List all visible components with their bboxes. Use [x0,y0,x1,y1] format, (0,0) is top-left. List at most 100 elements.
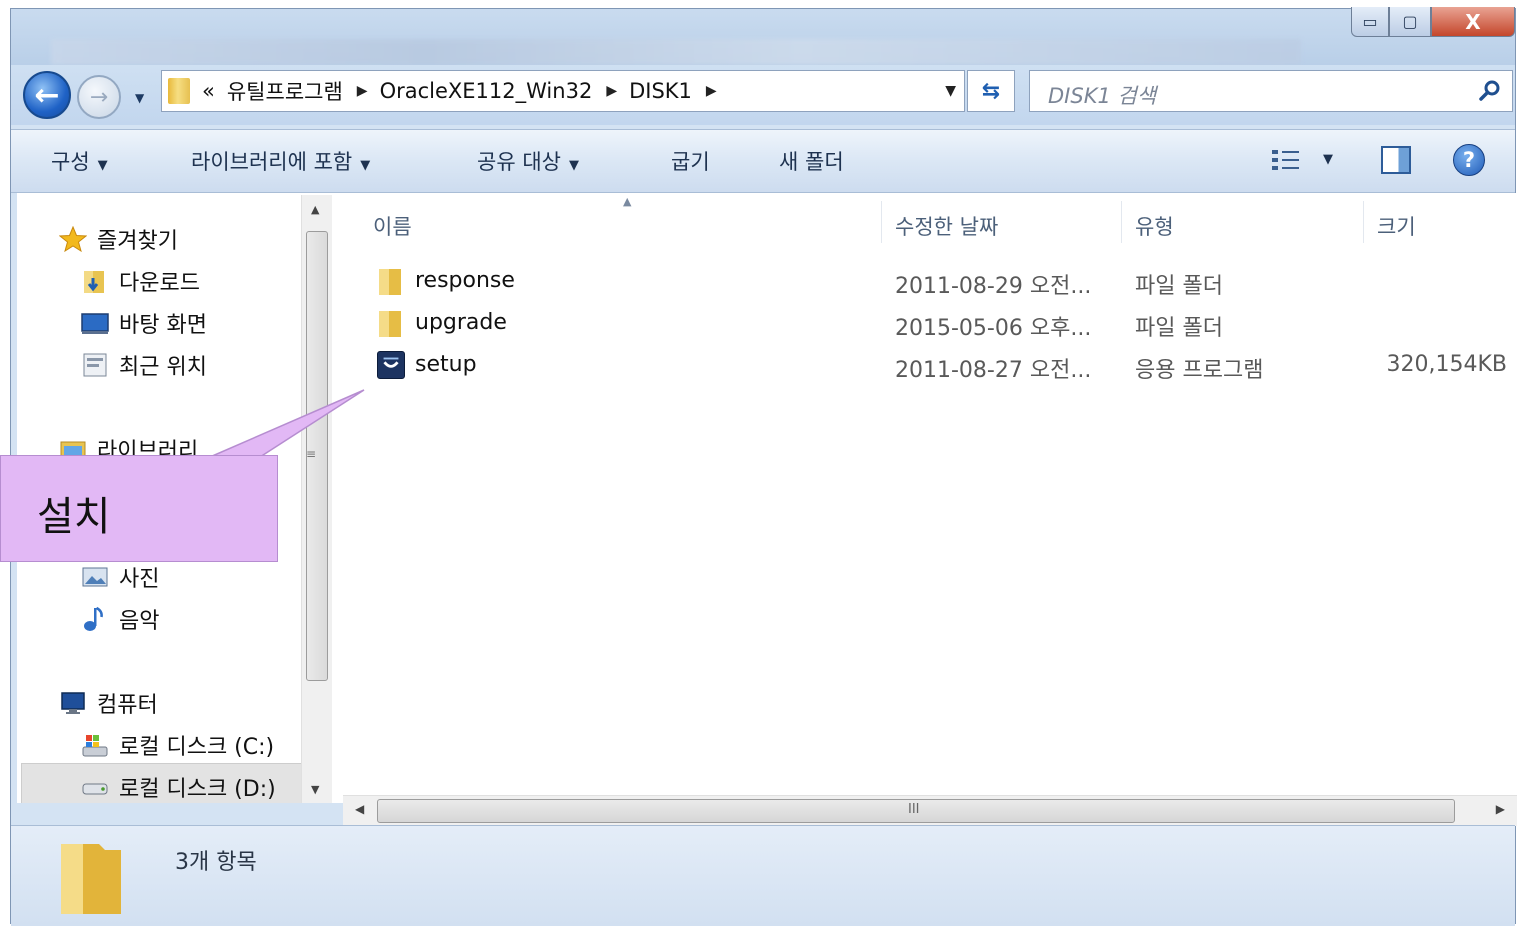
breadcrumb-label: 유틸프로그램 [226,80,343,104]
computer-icon [61,692,85,714]
folder-icon [168,78,190,104]
scroll-left-icon[interactable]: ◀ [355,802,364,816]
sidebar-label: 최근 위치 [119,355,207,380]
file-size: 320,154KB [1386,352,1508,377]
sidebar-label: 로컬 디스크 (C:) [119,735,275,760]
back-button[interactable]: ← [23,71,71,119]
refresh-icon: ⇆ [981,78,1001,104]
scroll-grip-icon: ≡ [306,447,317,461]
column-divider[interactable] [1121,201,1122,243]
sidebar-label: 컴퓨터 [97,693,158,718]
file-type: 파일 폴더 [1135,274,1223,299]
column-divider[interactable] [881,201,882,243]
include-library-button[interactable]: 라이브러리에 포함 ▼ [191,146,370,176]
sidebar-item-drive-c[interactable]: 로컬 디스크 (C:) [81,729,274,761]
sidebar-item-desktop[interactable]: 바탕 화면 [81,307,207,339]
folder-icon [61,844,121,914]
scroll-right-icon[interactable]: ▶ [1496,802,1505,816]
sidebar-item-recent[interactable]: 최근 위치 [81,349,207,381]
file-name: setup [415,352,477,377]
column-header-size[interactable]: 크기 [1377,211,1416,241]
include-library-label: 라이브러리에 포함 [191,150,353,174]
search-input[interactable]: DISK1 검색 [1029,70,1513,112]
file-list: ▲ 이름 수정한 날짜 유형 크기 response 2011-08-29 오전… [333,193,1517,803]
column-divider[interactable] [1363,201,1364,243]
chevron-right-icon[interactable]: ▶ [357,83,368,99]
star-icon [59,226,87,252]
file-row-response[interactable]: response 2011-08-29 오전... 파일 폴더 [333,261,1517,303]
breadcrumb-item[interactable]: DISK1 ▶ [629,79,717,103]
title-bar[interactable]: ▭ ▢ X [11,7,1515,65]
scroll-grip-icon: III [908,802,920,817]
minimize-button[interactable]: ▭ [1351,7,1389,37]
sidebar-item-drive-d[interactable]: 로컬 디스크 (D:) [81,771,276,803]
navigation-row: ← → ▼ « 유틸프로그램 ▶ OracleXE112_Win32 ▶ DISK1… [11,65,1515,125]
command-bar: 구성 ▼ 라이브러리에 포함 ▼ 공유 대상 ▼ 굽기 새 폴더 ▼ ? [11,129,1515,193]
organize-label: 구성 [51,150,90,174]
burn-button[interactable]: 굽기 [671,146,710,176]
scroll-down-icon[interactable]: ▼ [311,783,319,796]
sidebar-item-computer[interactable]: 컴퓨터 [59,687,158,719]
nav-pane-scrollbar[interactable]: ▲ ≡ ▼ [301,195,332,803]
search-icon[interactable] [1478,79,1502,103]
sidebar-label: 바탕 화면 [119,313,207,338]
view-options-icon[interactable] [1271,148,1301,172]
system-drive-icon [82,735,108,757]
annotation-callout: 설치 [0,455,278,562]
setup-app-icon [377,351,405,379]
file-row-setup[interactable]: setup 2011-08-27 오전... 응용 프로그램 320,154KB [333,345,1517,387]
close-button[interactable]: X [1431,7,1515,37]
chevron-down-icon: ▼ [97,158,108,173]
view-options-dropdown-icon[interactable]: ▼ [1323,152,1333,167]
file-modified: 2015-05-06 오후... [895,316,1092,341]
chevron-right-icon[interactable]: ▶ [606,83,617,99]
sidebar-item-favorites[interactable]: 즐겨찾기 [59,223,178,255]
sidebar-item-pictures[interactable]: 사진 [81,561,159,593]
share-with-button[interactable]: 공유 대상 ▼ [477,146,579,176]
search-placeholder: DISK1 검색 [1048,84,1157,108]
help-icon[interactable]: ? [1453,144,1485,176]
chevron-down-icon: ▼ [360,158,371,173]
file-modified: 2011-08-29 오전... [895,274,1092,299]
column-header-name[interactable]: 이름 [373,211,412,241]
scrollbar-thumb[interactable]: III [377,799,1455,823]
file-list-hscrollbar[interactable]: ◀ III ▶ [343,795,1517,826]
chevron-right-icon[interactable]: ▶ [706,83,717,99]
preview-pane-icon[interactable] [1381,146,1411,174]
recent-places-icon [83,353,107,377]
breadcrumb-overflow[interactable]: « [202,79,215,103]
history-dropdown-icon[interactable]: ▼ [135,91,144,105]
sidebar-item-downloads[interactable]: 다운로드 [81,265,200,297]
refresh-button[interactable]: ⇆ [967,70,1015,112]
breadcrumb-label: DISK1 [629,79,692,103]
file-row-upgrade[interactable]: upgrade 2015-05-06 오후... 파일 폴더 [333,303,1517,345]
column-header-type[interactable]: 유형 [1135,211,1174,241]
music-icon [84,606,103,631]
organize-button[interactable]: 구성 ▼ [51,146,108,176]
details-pane: 3개 항목 [11,825,1515,926]
folder-icon [379,311,401,337]
maximize-button[interactable]: ▢ [1389,7,1431,37]
forward-button[interactable]: → [77,75,121,119]
sidebar-label: 음악 [119,609,160,634]
folder-icon [379,269,401,295]
column-header-modified[interactable]: 수정한 날짜 [895,211,998,241]
file-type: 파일 폴더 [1135,316,1223,341]
breadcrumb-item[interactable]: 유틸프로그램 ▶ [227,76,368,106]
file-name: upgrade [415,310,507,335]
sidebar-item-music[interactable]: 음악 [81,603,159,635]
drive-icon [82,783,108,795]
address-bar[interactable]: « 유틸프로그램 ▶ OracleXE112_Win32 ▶ DISK1 ▶ ▼ [161,70,965,112]
downloads-folder-icon [84,271,104,293]
new-folder-button[interactable]: 새 폴더 [779,146,844,176]
breadcrumb-item[interactable]: OracleXE112_Win32 ▶ [380,79,618,103]
sidebar-label: 로컬 디스크 (D:) [119,777,276,802]
share-with-label: 공유 대상 [477,150,561,174]
sidebar-label: 사진 [119,567,160,592]
pictures-icon [82,567,108,587]
address-dropdown-icon[interactable]: ▼ [945,83,956,99]
scroll-up-icon[interactable]: ▲ [311,203,319,216]
chevron-down-icon: ▼ [568,158,579,173]
breadcrumb-label: OracleXE112_Win32 [379,79,593,103]
file-type: 응용 프로그램 [1135,358,1264,383]
